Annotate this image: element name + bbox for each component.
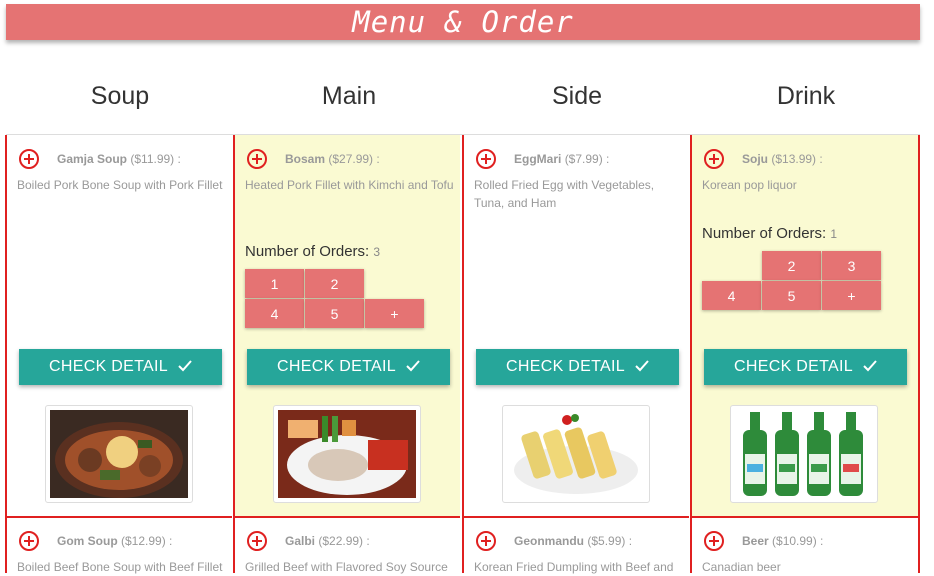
- item-price: ($10.99) :: [772, 534, 824, 548]
- add-plus-icon[interactable]: [704, 531, 724, 551]
- item-heading: Beer ($10.99) :: [742, 534, 823, 548]
- qty-button-1[interactable]: 1: [245, 269, 304, 298]
- menu-card-gamja-soup: Gamja Soup ($11.99) : Boiled Pork Bone S…: [5, 135, 232, 516]
- menu-card-geonmandu: Geonmandu ($5.99) : Korean Fried Dumplin…: [462, 516, 689, 574]
- item-description: Korean pop liquor: [702, 178, 797, 192]
- soju-photo: [730, 405, 878, 503]
- add-plus-icon[interactable]: [476, 149, 496, 169]
- category-main: Main: [321, 82, 377, 110]
- item-price: ($27.99) :: [328, 152, 380, 166]
- item-price: ($22.99) :: [318, 534, 370, 548]
- item-description: Rolled Fried Egg with Vegetables, Tuna, …: [474, 178, 655, 210]
- qty-button-2[interactable]: 2: [762, 251, 821, 280]
- check-detail-button[interactable]: CHECK DETAIL: [19, 349, 222, 385]
- orders-label: Number of Orders:: [245, 243, 370, 260]
- add-plus-icon[interactable]: [19, 531, 39, 551]
- item-heading: Soju ($13.99) :: [742, 152, 823, 166]
- category-drink: Drink: [776, 82, 836, 110]
- check-detail-button[interactable]: CHECK DETAIL: [704, 349, 907, 385]
- menu-card-galbi: Galbi ($22.99) : Grilled Beef with Flavo…: [233, 516, 460, 574]
- add-plus-icon[interactable]: [247, 531, 267, 551]
- add-plus-icon[interactable]: [476, 531, 496, 551]
- item-price: ($12.99) :: [121, 534, 173, 548]
- item-description: Grilled Beef with Flavored Soy Source: [245, 560, 448, 574]
- number-of-orders: Number of Orders: 3: [245, 243, 380, 260]
- item-heading: Galbi ($22.99) :: [285, 534, 370, 548]
- item-name: Geonmandu: [514, 534, 585, 548]
- item-name: Beer: [742, 534, 769, 548]
- item-name: Gom Soup: [57, 534, 118, 548]
- checkmark-icon: [635, 360, 649, 372]
- qty-button-more[interactable]: +: [365, 299, 424, 328]
- qty-button-more[interactable]: +: [822, 281, 881, 310]
- item-heading: Bosam ($27.99) :: [285, 152, 380, 166]
- item-price: ($13.99) :: [771, 152, 823, 166]
- number-of-orders: Number of Orders: 1: [702, 225, 837, 242]
- item-price: ($7.99) :: [564, 152, 610, 166]
- item-name: EggMari: [514, 152, 562, 166]
- qty-button-2[interactable]: 2: [305, 269, 364, 298]
- item-name: Bosam: [285, 152, 326, 166]
- item-heading: Gamja Soup ($11.99) :: [57, 152, 181, 166]
- item-description: Korean Fried Dumpling with Beef and: [474, 560, 674, 574]
- title-bar: Menu & Order: [6, 4, 920, 40]
- add-plus-icon[interactable]: [247, 149, 267, 169]
- checkmark-icon: [863, 360, 877, 372]
- eggmari-photo: [502, 405, 650, 503]
- check-detail-label: CHECK DETAIL: [734, 358, 853, 375]
- category-soup: Soup: [90, 82, 150, 110]
- menu-card-soju: Soju ($13.99) : Korean pop liquor Number…: [690, 135, 920, 516]
- add-plus-icon[interactable]: [704, 149, 724, 169]
- menu-card-eggmari: EggMari ($7.99) : Rolled Fried Egg with …: [462, 135, 689, 516]
- item-name: Soju: [742, 152, 768, 166]
- category-side: Side: [551, 82, 603, 110]
- item-heading: EggMari ($7.99) :: [514, 152, 609, 166]
- qty-button-3[interactable]: 3: [822, 251, 881, 280]
- item-price: ($11.99) :: [130, 152, 181, 166]
- menu-card-bosam: Bosam ($27.99) : Heated Pork Fillet with…: [233, 135, 460, 516]
- item-description: Canadian beer: [702, 560, 781, 574]
- check-detail-label: CHECK DETAIL: [506, 358, 625, 375]
- category-header: Soup Main Side Drink: [6, 48, 920, 135]
- bosam-photo: [273, 405, 421, 503]
- qty-button-4[interactable]: 4: [702, 281, 761, 310]
- item-heading: Gom Soup ($12.99) :: [57, 534, 172, 548]
- orders-label: Number of Orders:: [702, 225, 827, 242]
- menu-card-gom-soup: Gom Soup ($12.99) : Boiled Beef Bone Sou…: [5, 516, 232, 574]
- page-title: Menu & Order: [352, 5, 574, 39]
- item-name: Gamja Soup: [57, 152, 128, 166]
- check-detail-label: CHECK DETAIL: [277, 358, 396, 375]
- item-description: Heated Pork Fillet with Kimchi and Tofu: [245, 178, 454, 192]
- checkmark-icon: [406, 360, 420, 372]
- check-detail-button[interactable]: CHECK DETAIL: [247, 349, 450, 385]
- item-name: Galbi: [285, 534, 316, 548]
- item-price: ($5.99) :: [587, 534, 633, 548]
- orders-count: 1: [830, 227, 838, 241]
- gamja-soup-photo: [45, 405, 193, 503]
- check-detail-label: CHECK DETAIL: [49, 358, 168, 375]
- item-heading: Geonmandu ($5.99) :: [514, 534, 632, 548]
- qty-button-5[interactable]: 5: [762, 281, 821, 310]
- add-plus-icon[interactable]: [19, 149, 39, 169]
- qty-button-4[interactable]: 4: [245, 299, 304, 328]
- checkmark-icon: [178, 360, 192, 372]
- item-description: Boiled Beef Bone Soup with Beef Fillet: [17, 560, 223, 574]
- orders-count: 3: [373, 245, 381, 259]
- qty-button-5[interactable]: 5: [305, 299, 364, 328]
- menu-card-beer: Beer ($10.99) : Canadian beer: [690, 516, 920, 574]
- item-description: Boiled Pork Bone Soup with Pork Fillet: [17, 178, 223, 192]
- check-detail-button[interactable]: CHECK DETAIL: [476, 349, 679, 385]
